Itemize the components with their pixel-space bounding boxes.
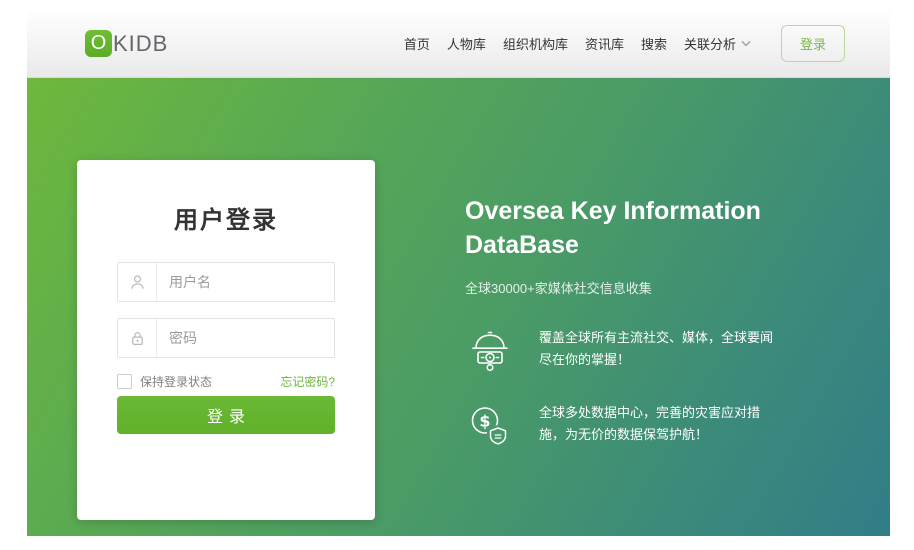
username-input[interactable] [157, 274, 334, 290]
feature-text: 全球多处数据中心，完善的灾害应对措施，为无价的数据保驾护航！ [539, 405, 761, 442]
page-frame: O KIDB 首页 人物库 组织机构库 资讯库 搜索 关联分析 登录 用户登录 [27, 10, 890, 536]
login-options-row: 保持登录状态 忘记密码? [117, 373, 335, 390]
nav-item-label: 关联分析 [683, 37, 736, 52]
logo[interactable]: O KIDB [85, 30, 168, 57]
nav-item-relation-analysis[interactable]: 关联分析 [684, 34, 751, 53]
coverage-dome-icon [465, 327, 515, 377]
remember-label: 保持登录状态 [140, 375, 213, 389]
login-card-title: 用户登录 [174, 207, 278, 234]
hero-subtitle: 全球30000+家媒体社交信息收集 [465, 281, 652, 296]
forgot-password-link[interactable]: 忘记密码? [280, 373, 335, 390]
lock-icon [118, 319, 157, 357]
main-nav: 首页 人物库 组织机构库 资讯库 搜索 关联分析 [404, 34, 751, 53]
dollar-shield-icon: $ [465, 402, 515, 452]
logo-text: KIDB [113, 30, 169, 56]
password-field [117, 318, 335, 358]
nav-item-people-db[interactable]: 人物库 [447, 34, 486, 53]
login-submit-button[interactable]: 登录 [117, 396, 335, 434]
svg-text:$: $ [479, 412, 490, 431]
chevron-down-icon [741, 40, 751, 47]
feature-item-security: $ 全球多处数据中心，完善的灾害应对措施，为无价的数据保驾护航！ [465, 402, 785, 452]
nav-item-org-db[interactable]: 组织机构库 [503, 34, 568, 53]
login-card: 用户登录 用户名 保持登录状态 忘记密码? 登录 [77, 160, 375, 520]
feature-item-coverage: 覆盖全球所有主流社交、媒体，全球要闻尽在你的掌握！ [465, 327, 785, 377]
username-field [117, 262, 335, 302]
feature-list: 覆盖全球所有主流社交、媒体，全球要闻尽在你的掌握！ $ 全球多处数据中心，完善的… [465, 327, 785, 452]
hero-title: Oversea Key Information DataBase [465, 197, 761, 259]
user-icon [118, 263, 157, 301]
nav-item-home[interactable]: 首页 [404, 34, 430, 53]
header: O KIDB 首页 人物库 组织机构库 资讯库 搜索 关联分析 登录 [27, 10, 890, 78]
feature-text: 覆盖全球所有主流社交、媒体，全球要闻尽在你的掌握！ [539, 330, 774, 367]
nav-item-news-db[interactable]: 资讯库 [585, 34, 624, 53]
hero-section: 用户登录 用户名 保持登录状态 忘记密码? 登录 Oversea Key Inf… [27, 78, 890, 536]
header-login-button[interactable]: 登录 [781, 25, 845, 62]
password-input[interactable] [157, 330, 334, 346]
remember-checkbox[interactable] [117, 374, 132, 389]
logo-icon: O [85, 30, 112, 57]
hero-copy: Oversea Key Information DataBase 全球30000… [465, 194, 785, 452]
nav-item-search[interactable]: 搜索 [641, 34, 667, 53]
